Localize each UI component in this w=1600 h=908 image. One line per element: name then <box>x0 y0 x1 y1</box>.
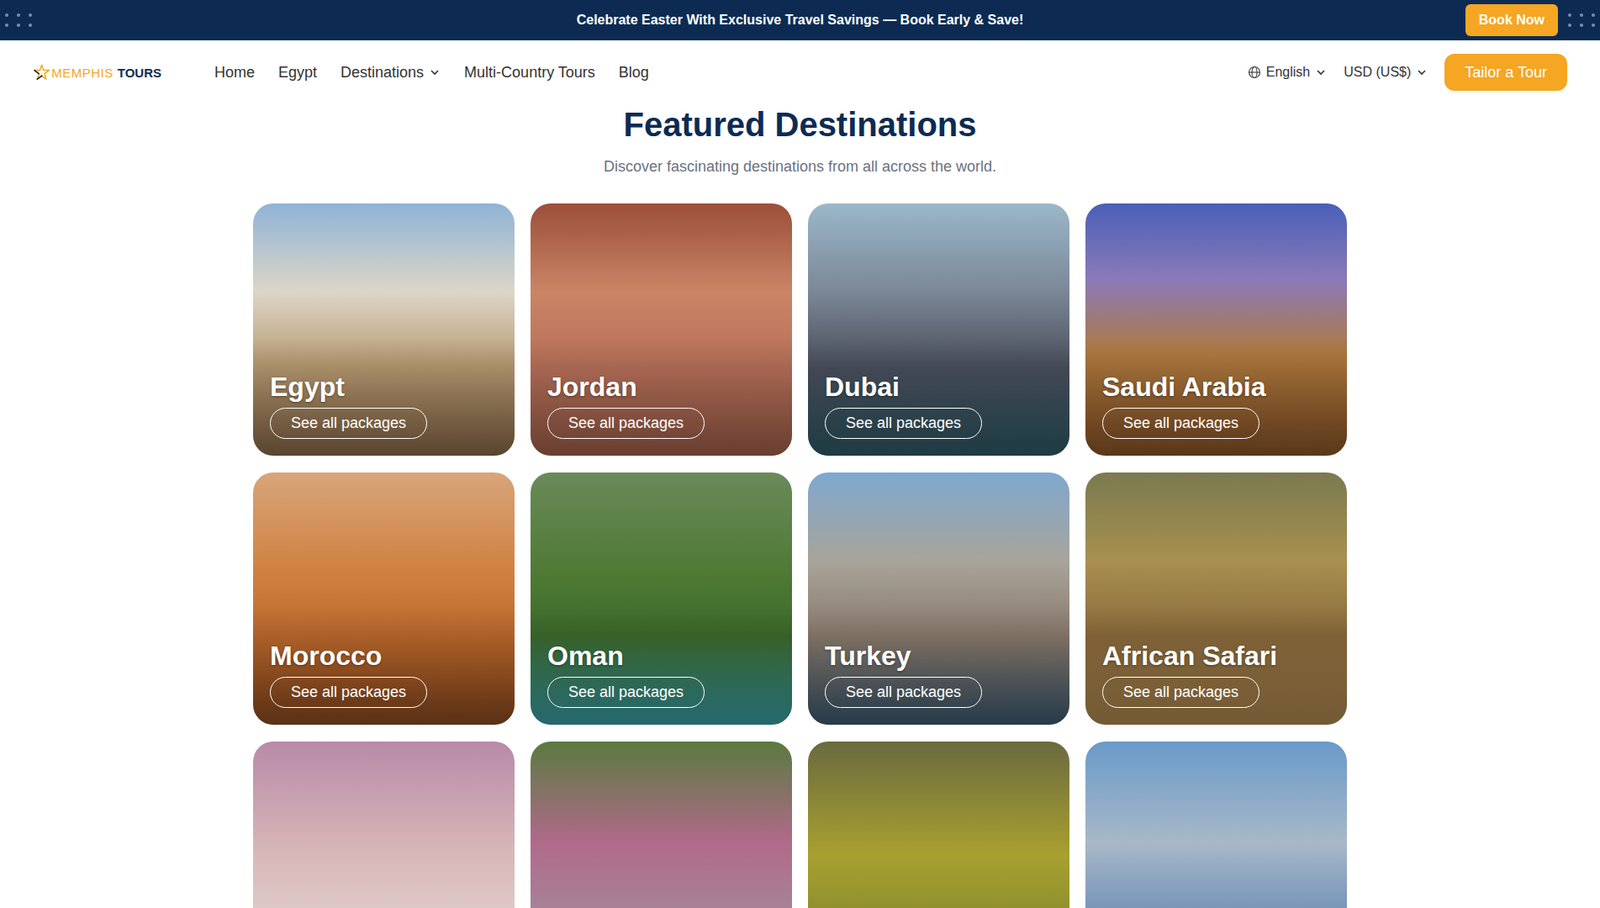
destination-card[interactable]: Saudi Arabia See all packages <box>1085 203 1347 456</box>
logo[interactable]: MEMPHIS TOURS <box>33 55 162 90</box>
see-packages-button[interactable]: See all packages <box>824 407 983 439</box>
destination-card[interactable]: African Safari See all packages <box>1085 472 1347 725</box>
destination-name: Turkey <box>824 639 1053 672</box>
see-packages-button[interactable]: See all packages <box>1102 407 1260 439</box>
nav-link[interactable]: Egypt <box>278 63 317 82</box>
book-now-button[interactable]: Book Now <box>1465 4 1558 37</box>
destination-name: Dubai <box>824 370 1053 403</box>
destination-card[interactable] <box>253 741 515 908</box>
promo-banner: Celebrate Easter With Exclusive Travel S… <box>0 0 1600 41</box>
chevron-down-icon <box>1314 66 1327 79</box>
destination-card[interactable]: Jordan See all packages <box>530 203 793 456</box>
promo-text: Celebrate Easter With Exclusive Travel S… <box>576 12 1025 28</box>
see-packages-button[interactable]: See all packages <box>547 407 705 439</box>
star-logo-icon <box>33 55 50 90</box>
globe-icon <box>1247 65 1262 80</box>
section-title: Featured Destinations <box>623 104 977 145</box>
language-select[interactable]: English <box>1247 64 1327 80</box>
destination-name: Morocco <box>269 639 498 672</box>
currency-select[interactable]: USD (US$) <box>1343 64 1428 80</box>
logo-suffix: TOURS <box>117 65 162 80</box>
tailor-tour-button[interactable]: Tailor a Tour <box>1444 53 1568 91</box>
destination-name: Oman <box>547 639 776 672</box>
destination-card[interactable] <box>1085 741 1347 908</box>
see-packages-button[interactable]: See all packages <box>547 676 705 708</box>
section-subtitle: Discover fascinating destinations from a… <box>603 156 997 177</box>
destination-card[interactable]: Egypt See all packages <box>253 203 515 456</box>
destination-card[interactable] <box>807 741 1070 908</box>
see-packages-button[interactable]: See all packages <box>269 407 428 439</box>
dots-decoration-icon <box>0 13 577 27</box>
logo-brand: MEMPHIS <box>51 65 114 80</box>
nav-link[interactable]: Blog <box>618 63 650 82</box>
see-packages-button[interactable]: See all packages <box>824 676 983 708</box>
nav-links: Home Egypt Destinations Multi-Country To… <box>214 63 650 82</box>
see-packages-button[interactable]: See all packages <box>269 676 428 708</box>
chevron-down-icon <box>428 66 441 79</box>
dots-decoration-icon <box>1568 13 1595 27</box>
nav-link[interactable]: Home <box>214 63 255 82</box>
destination-card[interactable]: Morocco See all packages <box>253 472 515 725</box>
nav-link[interactable]: Destinations <box>340 63 441 82</box>
see-packages-button[interactable]: See all packages <box>1102 676 1260 708</box>
destination-name: Jordan <box>547 370 776 403</box>
destination-card[interactable] <box>530 741 793 908</box>
featured-destinations: Featured Destinations Discover fascinati… <box>0 104 1600 908</box>
page: Celebrate Easter With Exclusive Travel S… <box>0 0 1600 908</box>
destination-card[interactable]: Oman See all packages <box>530 472 793 725</box>
destination-card[interactable]: Turkey See all packages <box>807 472 1070 725</box>
navbar: MEMPHIS TOURS Home Egypt Destinations Mu… <box>0 40 1600 105</box>
destination-name: African Safari <box>1102 639 1331 672</box>
destination-grid: Egypt See all packagesJordan See all pac… <box>253 203 1347 908</box>
destination-name: Saudi Arabia <box>1102 370 1331 403</box>
chevron-down-icon <box>1415 66 1428 79</box>
nav-link[interactable]: Multi-Country Tours <box>464 63 596 82</box>
destination-name: Egypt <box>269 370 498 403</box>
destination-card[interactable]: Dubai See all packages <box>807 203 1070 456</box>
